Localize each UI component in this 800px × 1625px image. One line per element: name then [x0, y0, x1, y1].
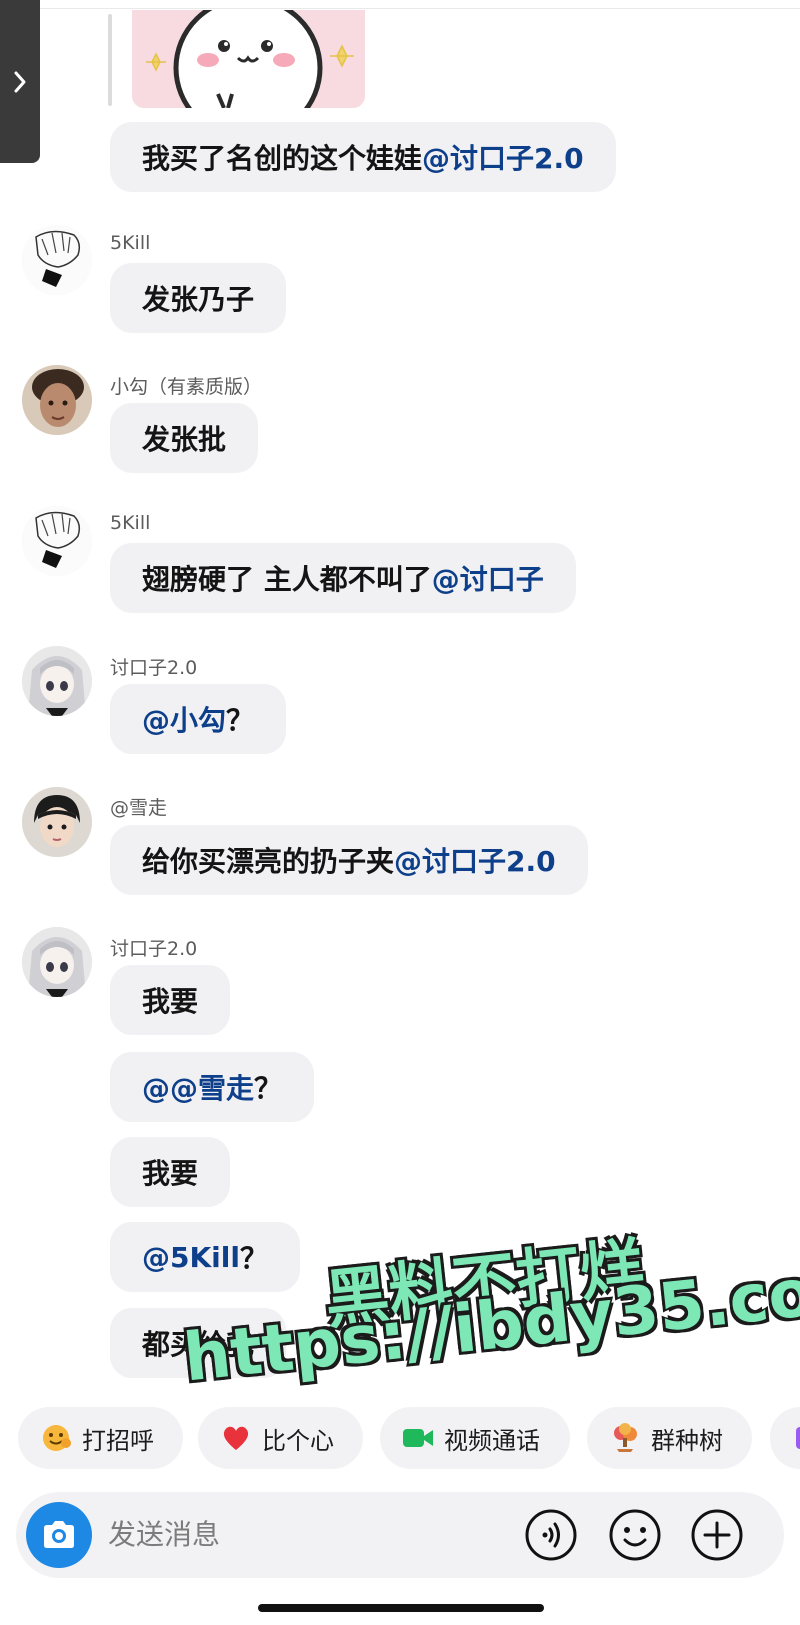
video-camera-icon: [402, 1422, 434, 1454]
message-bubble[interactable]: @5Kill？: [110, 1222, 300, 1292]
avatar[interactable]: [22, 365, 92, 435]
avatar[interactable]: [22, 225, 92, 295]
camera-icon: [44, 1521, 74, 1548]
side-expand-tab[interactable]: [0, 0, 40, 163]
message-text: 翅膀硬了 主人都不叫了: [142, 563, 432, 596]
sender-name: 讨口子2.0: [110, 938, 198, 960]
message-text: ？: [254, 1072, 283, 1105]
message-text: ？: [239, 1242, 268, 1275]
tree-icon: [609, 1422, 641, 1454]
top-divider: [0, 8, 800, 9]
reply-quote-bar: [108, 14, 112, 106]
mention-link[interactable]: @讨口子: [432, 558, 544, 598]
mention-link[interactable]: @小勾: [142, 699, 226, 739]
emoji-button[interactable]: [608, 1508, 662, 1562]
chip-greet[interactable]: 打招呼: [18, 1407, 183, 1469]
chip-video-call[interactable]: 视频通话: [380, 1407, 570, 1469]
chip-label: 群种树: [651, 1426, 723, 1455]
avatar[interactable]: [22, 927, 92, 997]
chip-label: 打招呼: [82, 1426, 154, 1455]
message-text: 发张乃子: [142, 283, 255, 316]
mention-link[interactable]: @讨口子2.0: [394, 840, 556, 880]
smiley-icon: [609, 1509, 661, 1561]
camera-button[interactable]: [26, 1502, 92, 1568]
message-bubble[interactable]: 给你买漂亮的扔子夹 @讨口子2.0: [110, 825, 588, 895]
mention-link[interactable]: @讨口子2.0: [422, 137, 584, 177]
message-text: 发张批: [142, 423, 227, 456]
message-bubble[interactable]: 都买给我: [110, 1308, 287, 1378]
avatar[interactable]: [22, 506, 92, 576]
message-text: 都买给我: [142, 1328, 255, 1361]
message-bubble[interactable]: 发张乃子: [110, 263, 287, 333]
message-text: 我要: [142, 985, 199, 1018]
message-bubble[interactable]: 我要: [110, 965, 231, 1035]
sender-name: 讨口子2.0: [110, 657, 198, 679]
message-bubble[interactable]: 发张批: [110, 403, 259, 473]
home-indicator: [258, 1604, 544, 1612]
chip-plant-tree[interactable]: 群种树: [587, 1407, 752, 1469]
message-text: 给你买漂亮的扔子夹: [142, 845, 395, 878]
sender-name: 小勾（有素质版）: [110, 376, 263, 398]
app-icon: [792, 1422, 800, 1454]
chevron-right-icon: [14, 71, 26, 92]
sticker-image[interactable]: [132, 10, 365, 108]
add-button[interactable]: [690, 1508, 744, 1562]
message-bubble[interactable]: @小勾？: [110, 684, 287, 754]
heart-icon: [220, 1422, 252, 1454]
plus-icon: [691, 1509, 743, 1561]
mention-link[interactable]: @5Kill: [142, 1241, 240, 1274]
sender-name: 5Kill: [110, 512, 151, 534]
watermark-line-1: 黑料不打烊: [321, 1231, 648, 1339]
avatar[interactable]: [22, 646, 92, 716]
message-text: ？: [226, 704, 255, 737]
chip-more[interactable]: [770, 1407, 800, 1469]
message-bubble[interactable]: 翅膀硬了 主人都不叫了 @讨口子: [110, 543, 576, 613]
message-input[interactable]: 发送消息: [108, 1492, 220, 1578]
message-text: 我买了名创的这个娃娃: [142, 142, 423, 175]
wave-emoji-icon: [40, 1422, 72, 1454]
mention-link[interactable]: @@雪走: [142, 1067, 254, 1107]
voice-icon: [525, 1509, 577, 1561]
chip-label: 视频通话: [444, 1426, 540, 1455]
avatar[interactable]: [22, 787, 92, 857]
message-bubble[interactable]: @@雪走？: [110, 1052, 315, 1122]
sender-name: 5Kill: [110, 232, 151, 254]
chip-label: 比个心: [262, 1426, 334, 1455]
message-bubble[interactable]: 我要: [110, 1137, 231, 1207]
voice-button[interactable]: [524, 1508, 578, 1562]
sender-name: @雪走: [110, 797, 168, 819]
message-bubble[interactable]: 我买了名创的这个娃娃 @讨口子2.0: [110, 122, 616, 192]
quick-action-bar: 打招呼 比个心 视频通话 群种树: [0, 1407, 800, 1471]
message-input-bar: 发送消息: [16, 1492, 784, 1578]
message-text: 我要: [142, 1157, 199, 1190]
chip-heart[interactable]: 比个心: [198, 1407, 363, 1469]
